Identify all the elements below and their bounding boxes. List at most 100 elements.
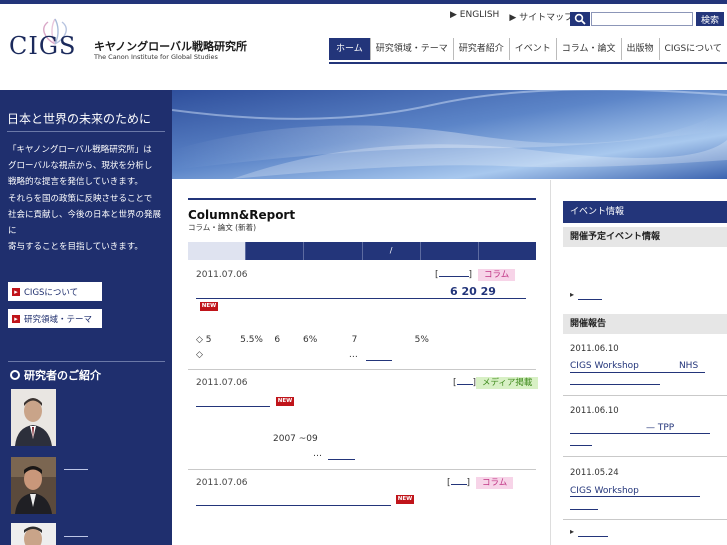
researcher-name-link[interactable] (64, 469, 88, 470)
event-link[interactable]: CIGS Workshop NHS (570, 361, 698, 371)
research-areas-label: 研究領域・テーマ (24, 314, 93, 325)
arrow-right-icon: ▸ (12, 287, 20, 296)
about-cigs-button[interactable]: ▸ CIGSについて (8, 282, 102, 301)
entry-date: 2011.07.06 (196, 270, 248, 280)
top-accent-bar (0, 0, 727, 4)
event-link[interactable]: CIGS Workshop (570, 486, 639, 496)
org-name-en: The Canon Institute for Global Studies (94, 53, 218, 61)
tab-paper[interactable] (303, 242, 361, 260)
researchers-heading-label: 研究者のご紹介 (24, 369, 101, 382)
entry-date: 2011.07.06 (196, 478, 248, 488)
event-date: 2011.06.10 (570, 406, 619, 416)
search-button[interactable]: 検索 (696, 12, 724, 26)
entry-title-link[interactable] (196, 505, 391, 506)
entry-divider (188, 469, 536, 470)
column-separator (550, 180, 551, 545)
tab-all[interactable] (188, 242, 246, 260)
upcoming-more-link[interactable] (578, 299, 602, 300)
more-arrow-icon: ▸ (570, 527, 575, 536)
nav-about[interactable]: CIGSについて (658, 38, 727, 60)
nav-columns[interactable]: コラム・論文 (555, 38, 621, 60)
new-badge: NEW (396, 495, 414, 504)
column-report-subtitle: コラム・論文 (新着) (188, 223, 257, 232)
event-date: 2011.06.10 (570, 344, 619, 354)
section-rule (188, 198, 536, 200)
sitemap-link[interactable]: ▶ サイトマップ (509, 10, 573, 23)
entry-body: ◇ 5 5.5% 6 6% 7 5% (196, 335, 429, 345)
search-input[interactable] (591, 12, 693, 26)
intro-line: 「キヤノングローバル戦略研究所」は (8, 145, 152, 155)
entry-author-link[interactable]: [] (447, 478, 470, 488)
reports-more-link[interactable] (578, 536, 608, 537)
utility-links: ▶ ENGLISH ▶ サイトマップ (450, 10, 573, 23)
entry-title-link[interactable] (196, 298, 526, 299)
category-badge: メディア掲載 (476, 377, 539, 389)
nav-events[interactable]: イベント (508, 38, 556, 60)
new-badge: NEW (200, 302, 218, 311)
event-divider (563, 395, 727, 396)
intro-line: グローバルな視点から、現状を分析し (8, 161, 153, 172)
sidebar-tagline: 日本と世界の未来のために (7, 112, 152, 126)
event-link-underline (570, 372, 705, 373)
tab-column[interactable] (245, 242, 303, 260)
nav-publications[interactable]: 出版物 (620, 38, 659, 60)
new-badge: NEW (276, 397, 294, 406)
org-name-jp: キヤノングローバル戦略研究所 (94, 40, 248, 53)
arrow-right-icon: ▸ (12, 314, 20, 323)
entry-headline[interactable]: 6 20 29 (450, 285, 496, 298)
entry-divider (188, 369, 536, 370)
nav-home[interactable]: ホーム (329, 38, 370, 60)
global-nav: ホーム 研究領域・テーマ 研究者紹介 イベント コラム・論文 出版物 CIGSに… (329, 38, 727, 60)
event-link[interactable]: — TPP (646, 423, 674, 433)
entry-author-link[interactable]: [] (453, 378, 476, 388)
entry-body: 2007 ~09 (273, 434, 318, 444)
entry-author-link[interactable]: [] (435, 270, 472, 280)
event-date: 2011.05.24 (570, 468, 619, 478)
researcher-photo[interactable] (11, 523, 56, 545)
intro-line: 社会に貢献し、今後の日本と世界の発展に (8, 209, 162, 237)
read-more-link[interactable] (328, 459, 355, 460)
researchers-heading: 研究者のご紹介 (10, 367, 101, 383)
logo-text[interactable]: CIGS (9, 32, 76, 60)
intro-line: それらを国の政策に反映させることで (8, 193, 153, 204)
column-report-title: Column&Report (188, 208, 296, 222)
entry-title-link[interactable] (196, 406, 270, 407)
event-reports-heading: 開催報告 (563, 314, 727, 334)
tab-media[interactable]: / (361, 242, 420, 260)
about-cigs-label: CIGSについて (24, 287, 79, 298)
read-more-link[interactable] (366, 360, 392, 361)
hero-image (172, 90, 727, 179)
column-tabs: / (188, 242, 536, 260)
nav-research-areas[interactable]: 研究領域・テーマ (369, 38, 453, 60)
research-areas-button[interactable]: ▸ 研究領域・テーマ (8, 309, 102, 328)
upcoming-events-heading: 開催予定イベント情報 (563, 227, 727, 247)
event-link-underline (570, 384, 660, 385)
ring-icon (10, 370, 20, 380)
english-link[interactable]: ▶ ENGLISH (450, 10, 499, 23)
tab-interview[interactable] (419, 242, 478, 260)
more-arrow-icon: ▸ (570, 290, 575, 299)
intro-line: 寄与することを目指していきます。 (8, 242, 143, 253)
event-divider (563, 519, 727, 520)
event-link-underline (570, 496, 700, 497)
event-link-underline (570, 445, 592, 446)
sidebar-intro: 「キヤノングローバル戦略研究所」は グローバルな視点から、現状を分析し 戦略的な… (8, 142, 168, 255)
sidebar-divider (8, 361, 165, 362)
entry-body: … (313, 449, 322, 459)
event-link-underline (570, 433, 710, 434)
researcher-photo[interactable] (11, 457, 56, 514)
nav-researchers[interactable]: 研究者紹介 (452, 38, 509, 60)
events-title: イベント情報 (563, 201, 727, 223)
search-icon[interactable] (570, 12, 590, 26)
sidebar-divider (7, 131, 165, 132)
intro-line: 戦略的な提言を発信していきます。 (8, 177, 143, 188)
event-divider (563, 456, 727, 457)
entry-date: 2011.07.06 (196, 378, 248, 388)
event-link-underline (570, 509, 598, 510)
category-badge: コラム (476, 477, 514, 489)
researcher-photo[interactable] (11, 389, 56, 446)
researcher-name-link[interactable] (64, 536, 88, 537)
entry-body: ◇ … (196, 350, 358, 360)
category-badge: コラム (478, 269, 516, 281)
tab-other[interactable] (477, 242, 536, 260)
